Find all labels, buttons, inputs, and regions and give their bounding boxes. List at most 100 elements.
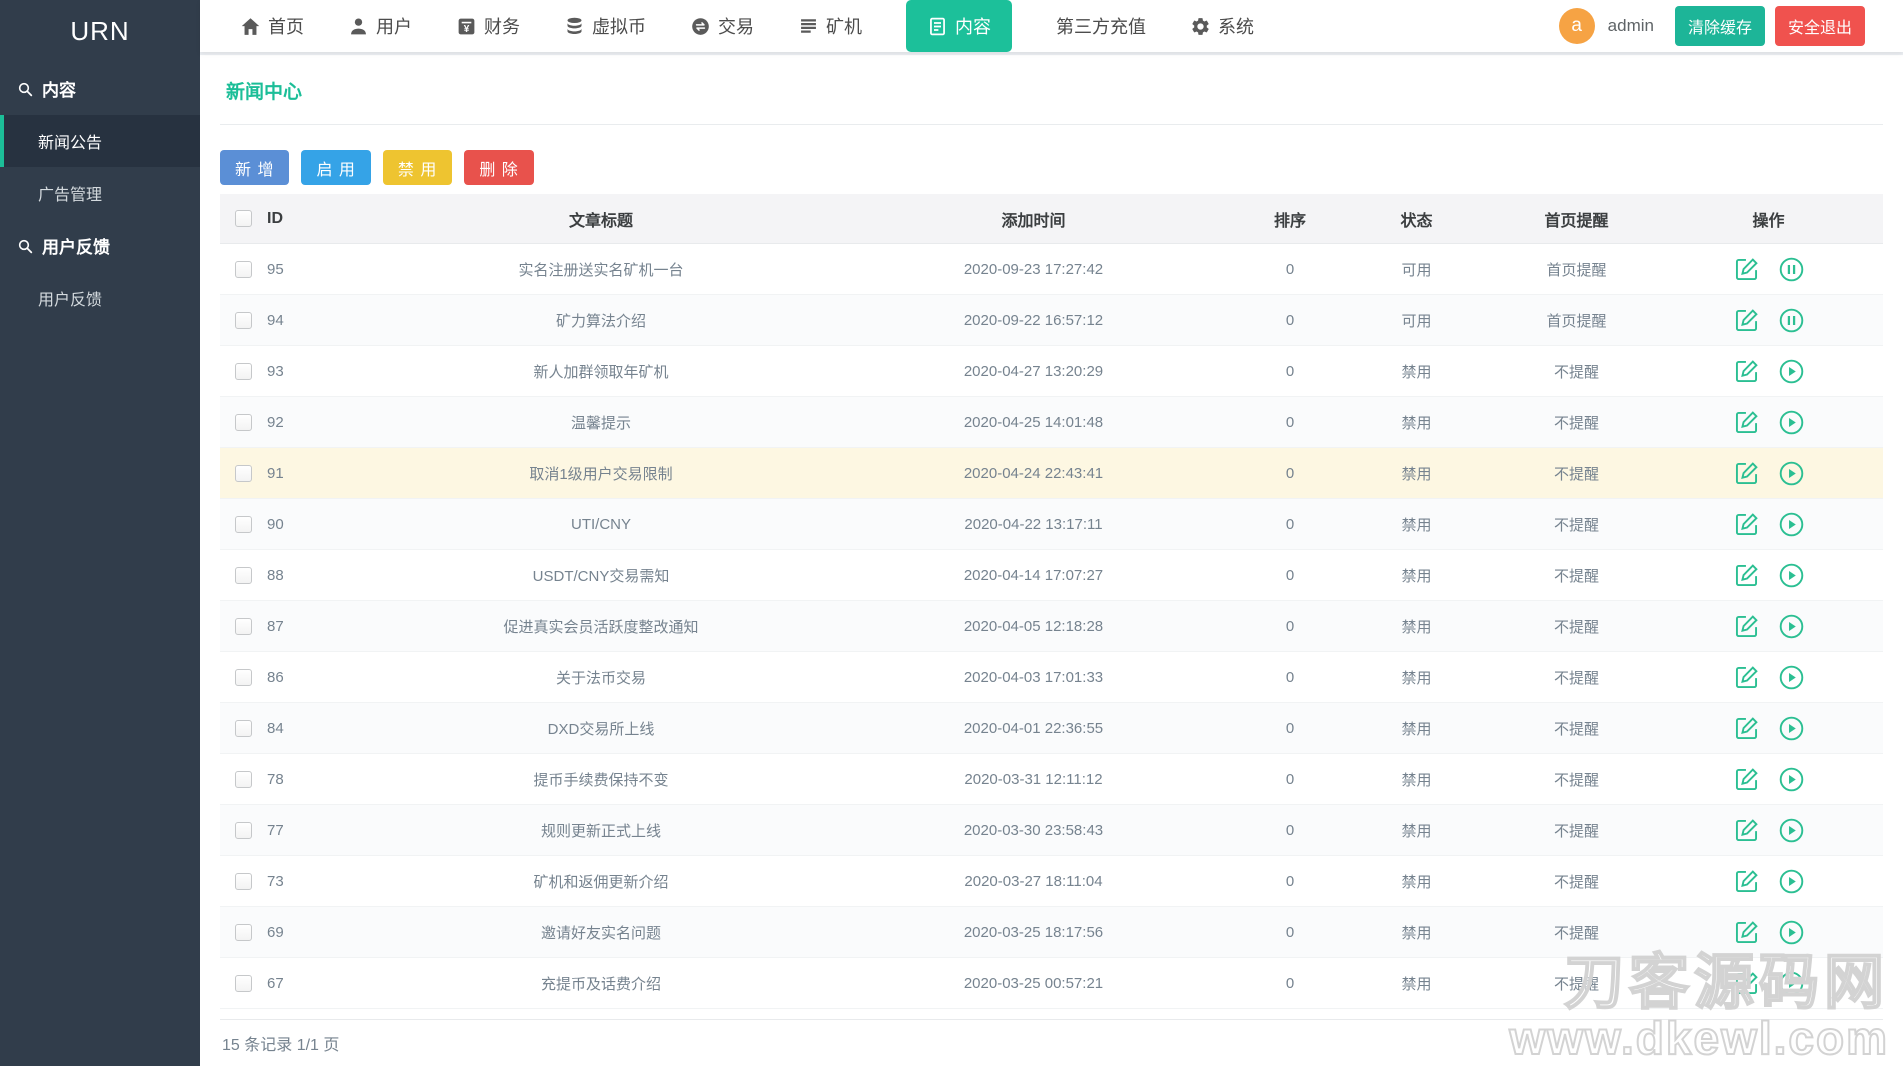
avatar[interactable]: a	[1559, 8, 1595, 44]
edit-icon[interactable]	[1733, 409, 1760, 436]
nav-item-content[interactable]: 内容	[906, 0, 1012, 52]
toolbar: 新 增启 用禁 用删 除	[220, 150, 1883, 185]
row-checkbox[interactable]	[235, 312, 252, 329]
play-icon[interactable]	[1778, 715, 1805, 742]
edit-icon[interactable]	[1733, 664, 1760, 691]
status-label: 禁用	[1334, 907, 1499, 958]
row-checkbox[interactable]	[235, 618, 252, 635]
row-checkbox[interactable]	[235, 873, 252, 890]
home-remind-label: 不提醒	[1499, 448, 1654, 499]
actions-cell	[1654, 244, 1883, 295]
row-checkbox[interactable]	[235, 414, 252, 431]
play-icon[interactable]	[1778, 358, 1805, 385]
row-checkbox[interactable]	[235, 924, 252, 941]
select-all-checkbox[interactable]	[235, 210, 252, 227]
nav-item-label: 虚拟币	[592, 13, 646, 39]
row-id: 84	[266, 703, 381, 754]
row-checkbox-cell	[220, 805, 266, 856]
add-button[interactable]: 新 增	[220, 150, 289, 185]
row-checkbox[interactable]	[235, 465, 252, 482]
row-id: 77	[266, 805, 381, 856]
nav-item-home[interactable]: 首页	[240, 13, 304, 39]
edit-icon[interactable]	[1733, 715, 1760, 742]
row-checkbox[interactable]	[235, 720, 252, 737]
svg-text:¥: ¥	[464, 24, 470, 35]
nav-item-label: 财务	[484, 13, 520, 39]
row-checkbox[interactable]	[235, 669, 252, 686]
pause-icon[interactable]	[1778, 307, 1805, 334]
pause-icon[interactable]	[1778, 256, 1805, 283]
edit-icon[interactable]	[1733, 562, 1760, 589]
row-checkbox[interactable]	[235, 261, 252, 278]
play-icon[interactable]	[1778, 868, 1805, 895]
sidebar-item-user-feedback[interactable]: 用户反馈	[0, 272, 200, 324]
row-checkbox-cell	[220, 550, 266, 601]
edit-icon[interactable]	[1733, 766, 1760, 793]
edit-icon[interactable]	[1733, 613, 1760, 640]
edit-icon[interactable]	[1733, 460, 1760, 487]
sort-order: 0	[1246, 601, 1334, 652]
disable-button[interactable]: 禁 用	[383, 150, 452, 185]
row-checkbox[interactable]	[235, 975, 252, 992]
nav-item-users[interactable]: 用户	[348, 13, 412, 39]
clear-cache-button[interactable]: 清除缓存	[1675, 6, 1765, 46]
edit-icon[interactable]	[1733, 511, 1760, 538]
play-icon[interactable]	[1778, 613, 1805, 640]
delete-button[interactable]: 删 除	[464, 150, 533, 185]
nav-item-system[interactable]: 系统	[1190, 13, 1254, 39]
row-id: 88	[266, 550, 381, 601]
edit-icon[interactable]	[1733, 868, 1760, 895]
edit-icon[interactable]	[1733, 307, 1760, 334]
row-id: 73	[266, 856, 381, 907]
select-all-header-cell	[220, 194, 266, 244]
status-label: 禁用	[1334, 601, 1499, 652]
row-checkbox[interactable]	[235, 771, 252, 788]
sidebar-item-news-announcement[interactable]: 新闻公告	[0, 115, 200, 167]
sort-order: 0	[1246, 295, 1334, 346]
sidebar-section-user-feedback[interactable]: 用户反馈	[0, 219, 200, 272]
play-icon[interactable]	[1778, 409, 1805, 436]
sort-order: 0	[1246, 652, 1334, 703]
play-icon[interactable]	[1778, 766, 1805, 793]
actions-cell	[1654, 754, 1883, 805]
row-checkbox[interactable]	[235, 822, 252, 839]
sidebar-item-ad-management[interactable]: 广告管理	[0, 167, 200, 219]
actions-cell	[1654, 907, 1883, 958]
play-icon[interactable]	[1778, 511, 1805, 538]
edit-icon[interactable]	[1733, 919, 1760, 946]
edit-icon[interactable]	[1733, 256, 1760, 283]
edit-icon[interactable]	[1733, 970, 1760, 997]
nav-item-finance[interactable]: ¥ 财务	[456, 13, 520, 39]
username-label[interactable]: admin	[1608, 16, 1654, 36]
coins-icon	[564, 16, 585, 37]
actions-cell	[1654, 703, 1883, 754]
nav-item-third-party-recharge[interactable]: 第三方充值	[1056, 13, 1146, 39]
edit-icon[interactable]	[1733, 817, 1760, 844]
home-remind-label: 不提醒	[1499, 550, 1654, 601]
added-time: 2020-03-25 18:17:56	[821, 907, 1246, 958]
play-icon[interactable]	[1778, 817, 1805, 844]
page-title: 新闻中心	[220, 55, 1883, 125]
play-icon[interactable]	[1778, 970, 1805, 997]
sort-order: 0	[1246, 907, 1334, 958]
row-id: 87	[266, 601, 381, 652]
play-icon[interactable]	[1778, 460, 1805, 487]
row-checkbox[interactable]	[235, 567, 252, 584]
edit-icon[interactable]	[1733, 358, 1760, 385]
nav-item-trade[interactable]: 交易	[690, 13, 754, 39]
home-remind-label: 不提醒	[1499, 754, 1654, 805]
nav-item-virtual-coin[interactable]: 虚拟币	[564, 13, 646, 39]
row-checkbox[interactable]	[235, 363, 252, 380]
status-label: 禁用	[1334, 958, 1499, 1009]
safe-logout-button[interactable]: 安全退出	[1775, 6, 1865, 46]
content-icon	[927, 16, 948, 37]
row-checkbox[interactable]	[235, 516, 252, 533]
enable-button[interactable]: 启 用	[301, 150, 370, 185]
row-checkbox-cell	[220, 754, 266, 805]
nav-item-miner[interactable]: 矿机	[798, 13, 862, 39]
row-id: 90	[266, 499, 381, 550]
play-icon[interactable]	[1778, 562, 1805, 589]
play-icon[interactable]	[1778, 919, 1805, 946]
sidebar-section-content[interactable]: 内容	[0, 62, 200, 115]
play-icon[interactable]	[1778, 664, 1805, 691]
